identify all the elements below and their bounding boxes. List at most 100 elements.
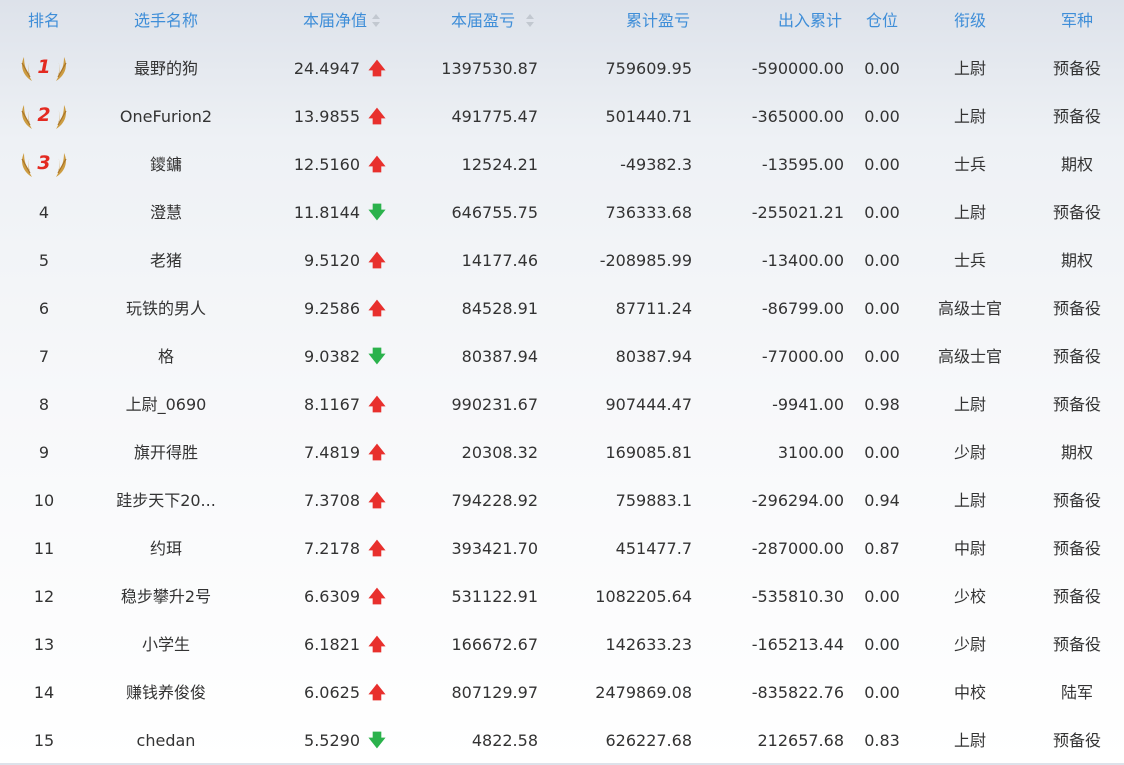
military-rank: 高级士官 bbox=[937, 347, 1002, 366]
arrow-down-icon: 🡇 bbox=[368, 731, 386, 751]
rank-number: 8 bbox=[38, 395, 50, 414]
table-row[interactable]: 7 格 9.0382 🡇 80387.94 80387.94 -77000.00 0.00 高级… bbox=[0, 333, 1124, 381]
cumulative-pnl: 2479869.08 bbox=[595, 683, 692, 702]
cumulative-pnl: 87711.24 bbox=[615, 299, 692, 318]
table-row[interactable]: 14 赚钱养俊俊 6.0625 🡅 807129.97 2479869.08 -835822… bbox=[0, 669, 1124, 717]
player-name[interactable]: 上尉_0690 bbox=[86, 381, 246, 429]
column-header-rank[interactable]: 排名 bbox=[0, 0, 88, 42]
medal-rank-number: 3 bbox=[37, 152, 50, 174]
rank-number: 5 bbox=[38, 251, 50, 270]
net-value: 9.0382 bbox=[304, 347, 360, 366]
cumulative-pnl: 451477.7 bbox=[615, 539, 692, 558]
cumulative-pnl: -208985.99 bbox=[599, 251, 692, 270]
position: 0.00 bbox=[864, 635, 900, 654]
inflow-outflow: -165213.44 bbox=[751, 635, 844, 654]
net-value: 11.8144 bbox=[293, 203, 360, 222]
table-row[interactable]: 4 澄慧 11.8144 🡇 646755.75 736333.68 -255021.21 0… bbox=[0, 189, 1124, 237]
position: 0.00 bbox=[864, 683, 900, 702]
net-value: 9.5120 bbox=[304, 251, 360, 270]
table-row[interactable]: 1 最野的狗 24.4947 🡅 1397530.87 759609.95 -590000.… bbox=[0, 45, 1124, 93]
column-header-io[interactable]: 出入累计 bbox=[710, 0, 842, 42]
position: 0.94 bbox=[864, 491, 900, 510]
net-value: 24.4947 bbox=[293, 59, 360, 78]
table-row[interactable]: 15 chedan 5.5290 🡇 4822.58 626227.68 212657.68… bbox=[0, 717, 1124, 765]
column-header-name[interactable]: 选手名称 bbox=[86, 0, 246, 42]
table-row[interactable]: 8 上尉_0690 8.1167 🡅 990231.67 907444.47 -9941.0… bbox=[0, 381, 1124, 429]
rank-number: 7 bbox=[38, 347, 50, 366]
cumulative-pnl: 907444.47 bbox=[605, 395, 692, 414]
service-branch: 预备役 bbox=[1052, 107, 1101, 126]
position: 0.00 bbox=[864, 347, 900, 366]
table-row[interactable]: 11 约珥 7.2178 🡅 393421.70 451477.7 -287000.00 0.… bbox=[0, 525, 1124, 573]
player-name[interactable]: OneFurion2 bbox=[86, 93, 246, 141]
player-name[interactable]: 稳步攀升2号 bbox=[86, 573, 246, 621]
service-branch: 预备役 bbox=[1052, 203, 1101, 222]
leaderboard-table: 排名 选手名称 本届净值 本届盈亏 累计盈亏 出入累计 仓位 衔级 军种 1 最野… bbox=[0, 0, 1124, 763]
player-name[interactable]: 格 bbox=[86, 333, 246, 381]
inflow-outflow: -13595.00 bbox=[761, 155, 844, 174]
inflow-outflow: 212657.68 bbox=[757, 731, 844, 750]
table-row[interactable]: 12 稳步攀升2号 6.6309 🡅 531122.91 1082205.64 -53581… bbox=[0, 573, 1124, 621]
inflow-outflow: 3100.00 bbox=[777, 443, 844, 462]
session-pnl: 20308.32 bbox=[461, 443, 538, 462]
arrow-down-icon: 🡇 bbox=[368, 203, 386, 223]
service-branch: 预备役 bbox=[1052, 587, 1101, 606]
table-row[interactable]: 5 老猪 9.5120 🡅 14177.46 -208985.99 -13400.00 0.0… bbox=[0, 237, 1124, 285]
position: 0.83 bbox=[864, 731, 900, 750]
table-row[interactable]: 3 鑁鏞 12.5160 🡅 12524.21 -49382.3 -13595.00 0.00… bbox=[0, 141, 1124, 189]
player-name[interactable]: 澄慧 bbox=[86, 189, 246, 237]
session-pnl: 166672.67 bbox=[451, 635, 538, 654]
service-branch: 预备役 bbox=[1052, 395, 1101, 414]
military-rank: 上尉 bbox=[953, 395, 986, 414]
service-branch: 预备役 bbox=[1052, 59, 1101, 78]
player-name[interactable]: 老猪 bbox=[86, 237, 246, 285]
table-row[interactable]: 13 小学生 6.1821 🡅 166672.67 142633.23 -165213.44… bbox=[0, 621, 1124, 669]
column-header-level[interactable]: 衔级 bbox=[920, 0, 1020, 42]
table-row[interactable]: 9 旗开得胜 7.4819 🡅 20308.32 169085.81 3100.00 0.00… bbox=[0, 429, 1124, 477]
session-pnl: 990231.67 bbox=[451, 395, 538, 414]
player-name[interactable]: 玩铁的男人 bbox=[86, 285, 246, 333]
medal-icon: 2 bbox=[21, 104, 67, 129]
service-branch: 预备役 bbox=[1052, 347, 1101, 366]
session-pnl: 794228.92 bbox=[451, 491, 538, 510]
column-header-pnl[interactable]: 本届盈亏 bbox=[428, 0, 538, 42]
arrow-up-icon: 🡅 bbox=[368, 395, 386, 415]
rank-number: 11 bbox=[33, 539, 55, 558]
sort-icon[interactable] bbox=[372, 14, 380, 28]
cumulative-pnl: 759883.1 bbox=[615, 491, 692, 510]
table-row[interactable]: 6 玩铁的男人 9.2586 🡅 84528.91 87711.24 -86799.00 0.… bbox=[0, 285, 1124, 333]
cumulative-pnl: 501440.71 bbox=[605, 107, 692, 126]
session-pnl: 1397530.87 bbox=[441, 59, 538, 78]
player-name[interactable]: 小学生 bbox=[86, 621, 246, 669]
sort-icon[interactable] bbox=[526, 14, 534, 28]
net-value: 9.2586 bbox=[304, 299, 360, 318]
session-pnl: 531122.91 bbox=[451, 587, 538, 606]
column-header-type[interactable]: 军种 bbox=[1030, 0, 1124, 42]
rank-number: 9 bbox=[38, 443, 50, 462]
table-header: 排名 选手名称 本届净值 本届盈亏 累计盈亏 出入累计 仓位 衔级 军种 bbox=[0, 0, 1124, 42]
rank-number: 10 bbox=[33, 491, 55, 510]
military-rank: 上尉 bbox=[953, 731, 986, 750]
player-name[interactable]: 鑁鏞 bbox=[86, 141, 246, 189]
table-row[interactable]: 2 OneFurion2 13.9855 🡅 491775.47 501440.71 -36… bbox=[0, 93, 1124, 141]
arrow-up-icon: 🡅 bbox=[368, 635, 386, 655]
player-name[interactable]: 跬步天下20... bbox=[86, 477, 246, 525]
player-name[interactable]: 赚钱养俊俊 bbox=[86, 669, 246, 717]
net-value: 7.3708 bbox=[304, 491, 360, 510]
inflow-outflow: -365000.00 bbox=[751, 107, 844, 126]
player-name[interactable]: chedan bbox=[86, 717, 246, 765]
column-header-position[interactable]: 仓位 bbox=[852, 0, 912, 42]
service-branch: 预备役 bbox=[1052, 299, 1101, 318]
service-branch: 预备役 bbox=[1052, 491, 1101, 510]
position: 0.00 bbox=[864, 107, 900, 126]
player-name[interactable]: 约珥 bbox=[86, 525, 246, 573]
inflow-outflow: -13400.00 bbox=[761, 251, 844, 270]
player-name[interactable]: 最野的狗 bbox=[86, 45, 246, 93]
table-row[interactable]: 10 跬步天下20... 7.3708 🡅 794228.92 759883.1 -2962… bbox=[0, 477, 1124, 525]
cumulative-pnl: 736333.68 bbox=[605, 203, 692, 222]
player-name[interactable]: 旗开得胜 bbox=[86, 429, 246, 477]
inflow-outflow: -535810.30 bbox=[751, 587, 844, 606]
service-branch: 预备役 bbox=[1052, 731, 1101, 750]
arrow-up-icon: 🡅 bbox=[368, 683, 386, 703]
column-header-cum[interactable]: 累计盈亏 bbox=[560, 0, 690, 42]
